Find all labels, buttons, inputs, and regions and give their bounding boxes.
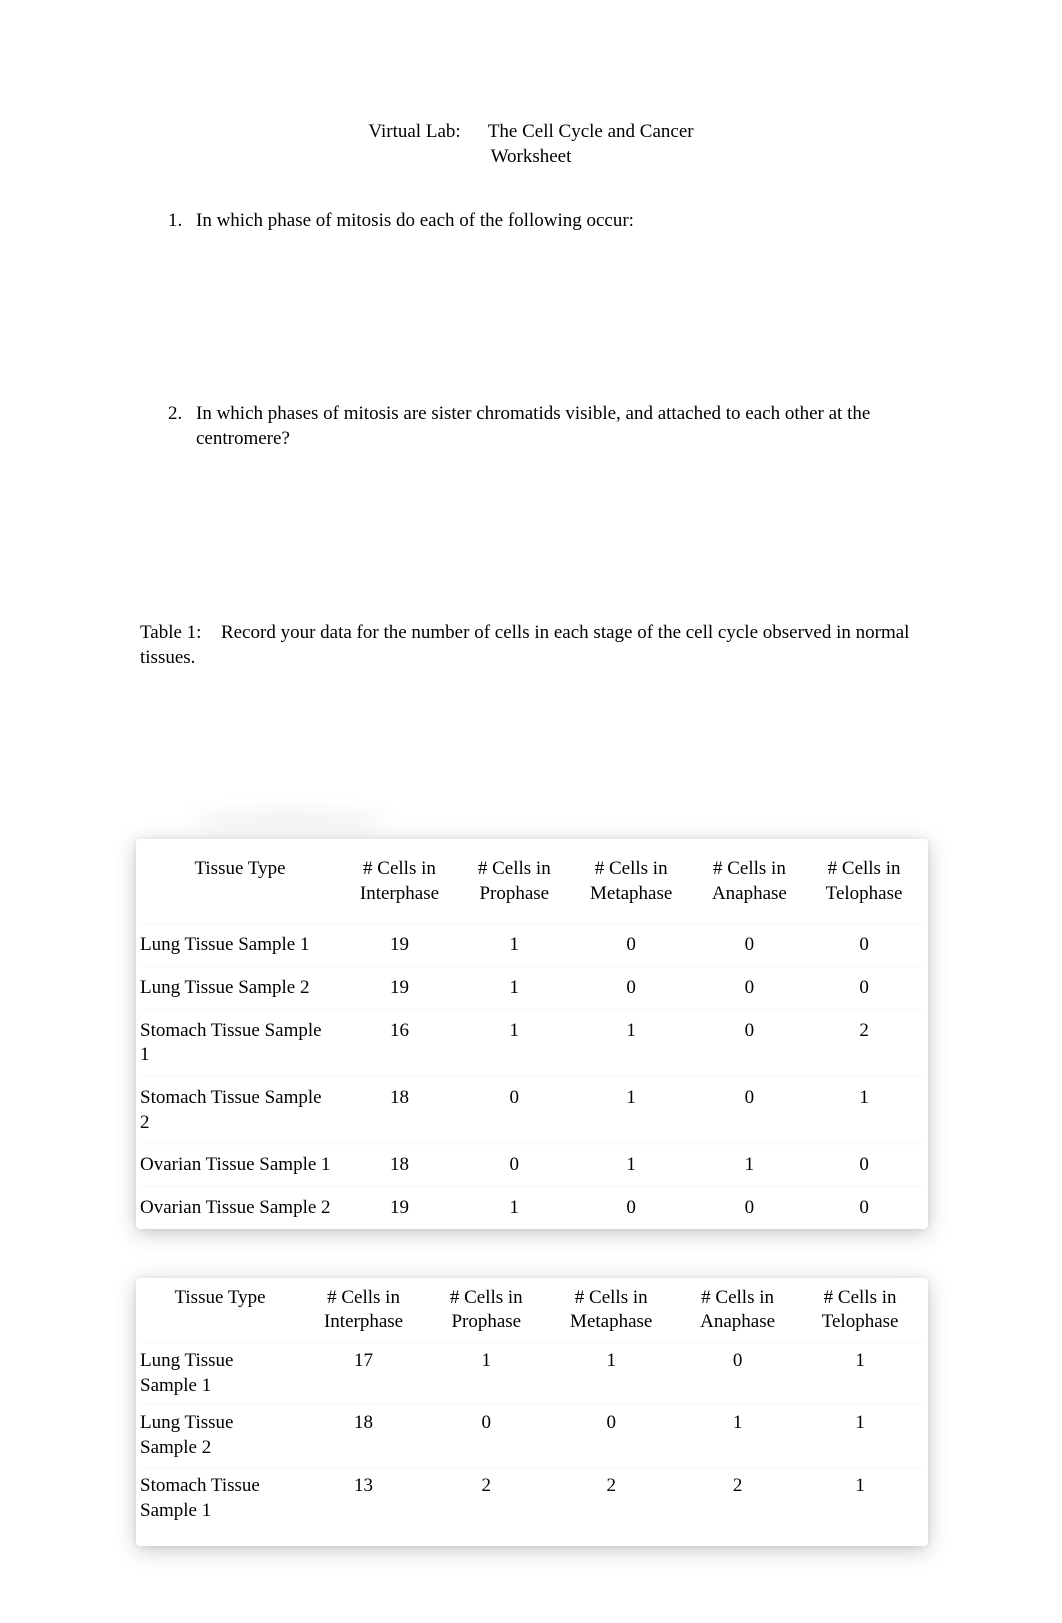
cell-value: 19 <box>340 966 459 1009</box>
cell-value: 17 <box>300 1343 427 1405</box>
cell-value: 0 <box>677 1343 798 1405</box>
cell-value: 18 <box>340 1144 459 1187</box>
caption-label: Table 1: <box>140 622 201 643</box>
cell-value: 18 <box>300 1405 427 1467</box>
cell-value: 18 <box>340 1076 459 1143</box>
col-anaphase: # Cells inAnaphase <box>693 841 806 924</box>
table2-wrap: Tissue Type # Cells inInterphase # Cells… <box>140 1280 922 1529</box>
table2: Tissue Type # Cells inInterphase # Cells… <box>140 1280 922 1529</box>
cell-tissue: Stomach Tissue Sample 2 <box>140 1076 340 1143</box>
col-prophase: # Cells inProphase <box>427 1280 545 1343</box>
cell-value: 0 <box>693 924 806 967</box>
cell-tissue: Ovarian Tissue Sample 2 <box>140 1187 340 1225</box>
table-row: Ovarian Tissue Sample 2 19 1 0 0 0 <box>140 1187 922 1225</box>
cell-value: 1 <box>570 1144 693 1187</box>
cell-value: 2 <box>545 1467 677 1528</box>
table-header-row: Tissue Type # Cells inInterphase # Cells… <box>140 841 922 924</box>
cell-value: 0 <box>427 1405 545 1467</box>
cell-tissue: Lung Tissue Sample 1 <box>140 924 340 967</box>
question-number: 2. <box>168 402 196 427</box>
cell-value: 0 <box>570 924 693 967</box>
cell-value: 13 <box>300 1467 427 1528</box>
col-metaphase: # Cells inMetaphase <box>545 1280 677 1343</box>
table-row: Stomach Tissue Sample 1 16 1 1 0 2 <box>140 1009 922 1076</box>
title-main: The Cell Cycle and Cancer <box>488 121 694 142</box>
cell-value: 0 <box>806 966 922 1009</box>
cell-value: 0 <box>806 1187 922 1225</box>
col-tissue-type: Tissue Type <box>140 1280 300 1343</box>
cell-value: 19 <box>340 924 459 967</box>
question-text: In which phase of mitosis do each of the… <box>196 209 922 234</box>
cell-value: 2 <box>806 1009 922 1076</box>
question-text: In which phases of mitosis are sister ch… <box>196 402 922 451</box>
table-row: Lung TissueSample 1 17 1 1 0 1 <box>140 1343 922 1405</box>
table-row: Stomach TissueSample 1 13 2 2 2 1 <box>140 1467 922 1528</box>
cell-tissue: Lung Tissue Sample 2 <box>140 966 340 1009</box>
cell-value: 0 <box>693 1076 806 1143</box>
table1: Tissue Type # Cells inInterphase # Cells… <box>140 841 922 1225</box>
cell-value: 1 <box>459 924 570 967</box>
col-prophase: # Cells inProphase <box>459 841 570 924</box>
cell-value: 0 <box>806 924 922 967</box>
cell-value: 1 <box>459 1009 570 1076</box>
cell-value: 1 <box>798 1467 922 1528</box>
cell-value: 0 <box>459 1144 570 1187</box>
table-row: Lung Tissue Sample 1 19 1 0 0 0 <box>140 924 922 967</box>
table-row: Lung Tissue Sample 2 19 1 0 0 0 <box>140 966 922 1009</box>
questions-list: 1. In which phase of mitosis do each of … <box>140 209 922 451</box>
cell-value: 1 <box>545 1343 677 1405</box>
cell-value: 1 <box>677 1405 798 1467</box>
cell-value: 19 <box>340 1187 459 1225</box>
cell-value: 1 <box>427 1343 545 1405</box>
cell-tissue: Lung TissueSample 2 <box>140 1405 300 1467</box>
caption-text: Record your data for the number of cells… <box>140 622 909 668</box>
col-telophase: # Cells inTelophase <box>806 841 922 924</box>
table-row: Ovarian Tissue Sample 1 18 0 1 1 0 <box>140 1144 922 1187</box>
col-tissue-type: Tissue Type <box>140 841 340 924</box>
cell-value: 16 <box>340 1009 459 1076</box>
cell-value: 1 <box>570 1009 693 1076</box>
cell-value: 0 <box>545 1405 677 1467</box>
col-interphase: # Cells inInterphase <box>300 1280 427 1343</box>
cell-tissue: Stomach Tissue Sample 1 <box>140 1009 340 1076</box>
table-row: Lung TissueSample 2 18 0 0 1 1 <box>140 1405 922 1467</box>
cell-value: 1 <box>798 1405 922 1467</box>
cell-value: 1 <box>798 1343 922 1405</box>
title-sub: Worksheet <box>491 146 572 167</box>
table1-wrap: Tissue Type # Cells inInterphase # Cells… <box>140 841 922 1225</box>
document-title: Virtual Lab: The Cell Cycle and Cancer W… <box>140 120 922 169</box>
table1-caption: Table 1: Record your data for the number… <box>140 621 922 670</box>
cell-tissue: Ovarian Tissue Sample 1 <box>140 1144 340 1187</box>
cell-value: 0 <box>570 1187 693 1225</box>
question-number: 1. <box>168 209 196 234</box>
cell-value: 0 <box>459 1076 570 1143</box>
cell-tissue: Lung TissueSample 1 <box>140 1343 300 1405</box>
cell-value: 1 <box>693 1144 806 1187</box>
question-item: 2. In which phases of mitosis are sister… <box>140 402 922 451</box>
cell-tissue: Stomach TissueSample 1 <box>140 1467 300 1528</box>
cell-value: 0 <box>570 966 693 1009</box>
col-telophase: # Cells inTelophase <box>798 1280 922 1343</box>
cell-value: 1 <box>459 1187 570 1225</box>
cell-value: 2 <box>427 1467 545 1528</box>
title-prefix: Virtual Lab: <box>368 121 460 142</box>
col-metaphase: # Cells inMetaphase <box>570 841 693 924</box>
cell-value: 0 <box>693 1187 806 1225</box>
table-row: Stomach Tissue Sample 2 18 0 1 0 1 <box>140 1076 922 1143</box>
cell-value: 0 <box>806 1144 922 1187</box>
question-item: 1. In which phase of mitosis do each of … <box>140 209 922 234</box>
col-interphase: # Cells inInterphase <box>340 841 459 924</box>
cell-value: 1 <box>570 1076 693 1143</box>
cell-value: 0 <box>693 1009 806 1076</box>
table-header-row: Tissue Type # Cells inInterphase # Cells… <box>140 1280 922 1343</box>
cell-value: 1 <box>459 966 570 1009</box>
cell-value: 2 <box>677 1467 798 1528</box>
cell-value: 0 <box>693 966 806 1009</box>
col-anaphase: # Cells inAnaphase <box>677 1280 798 1343</box>
cell-value: 1 <box>806 1076 922 1143</box>
